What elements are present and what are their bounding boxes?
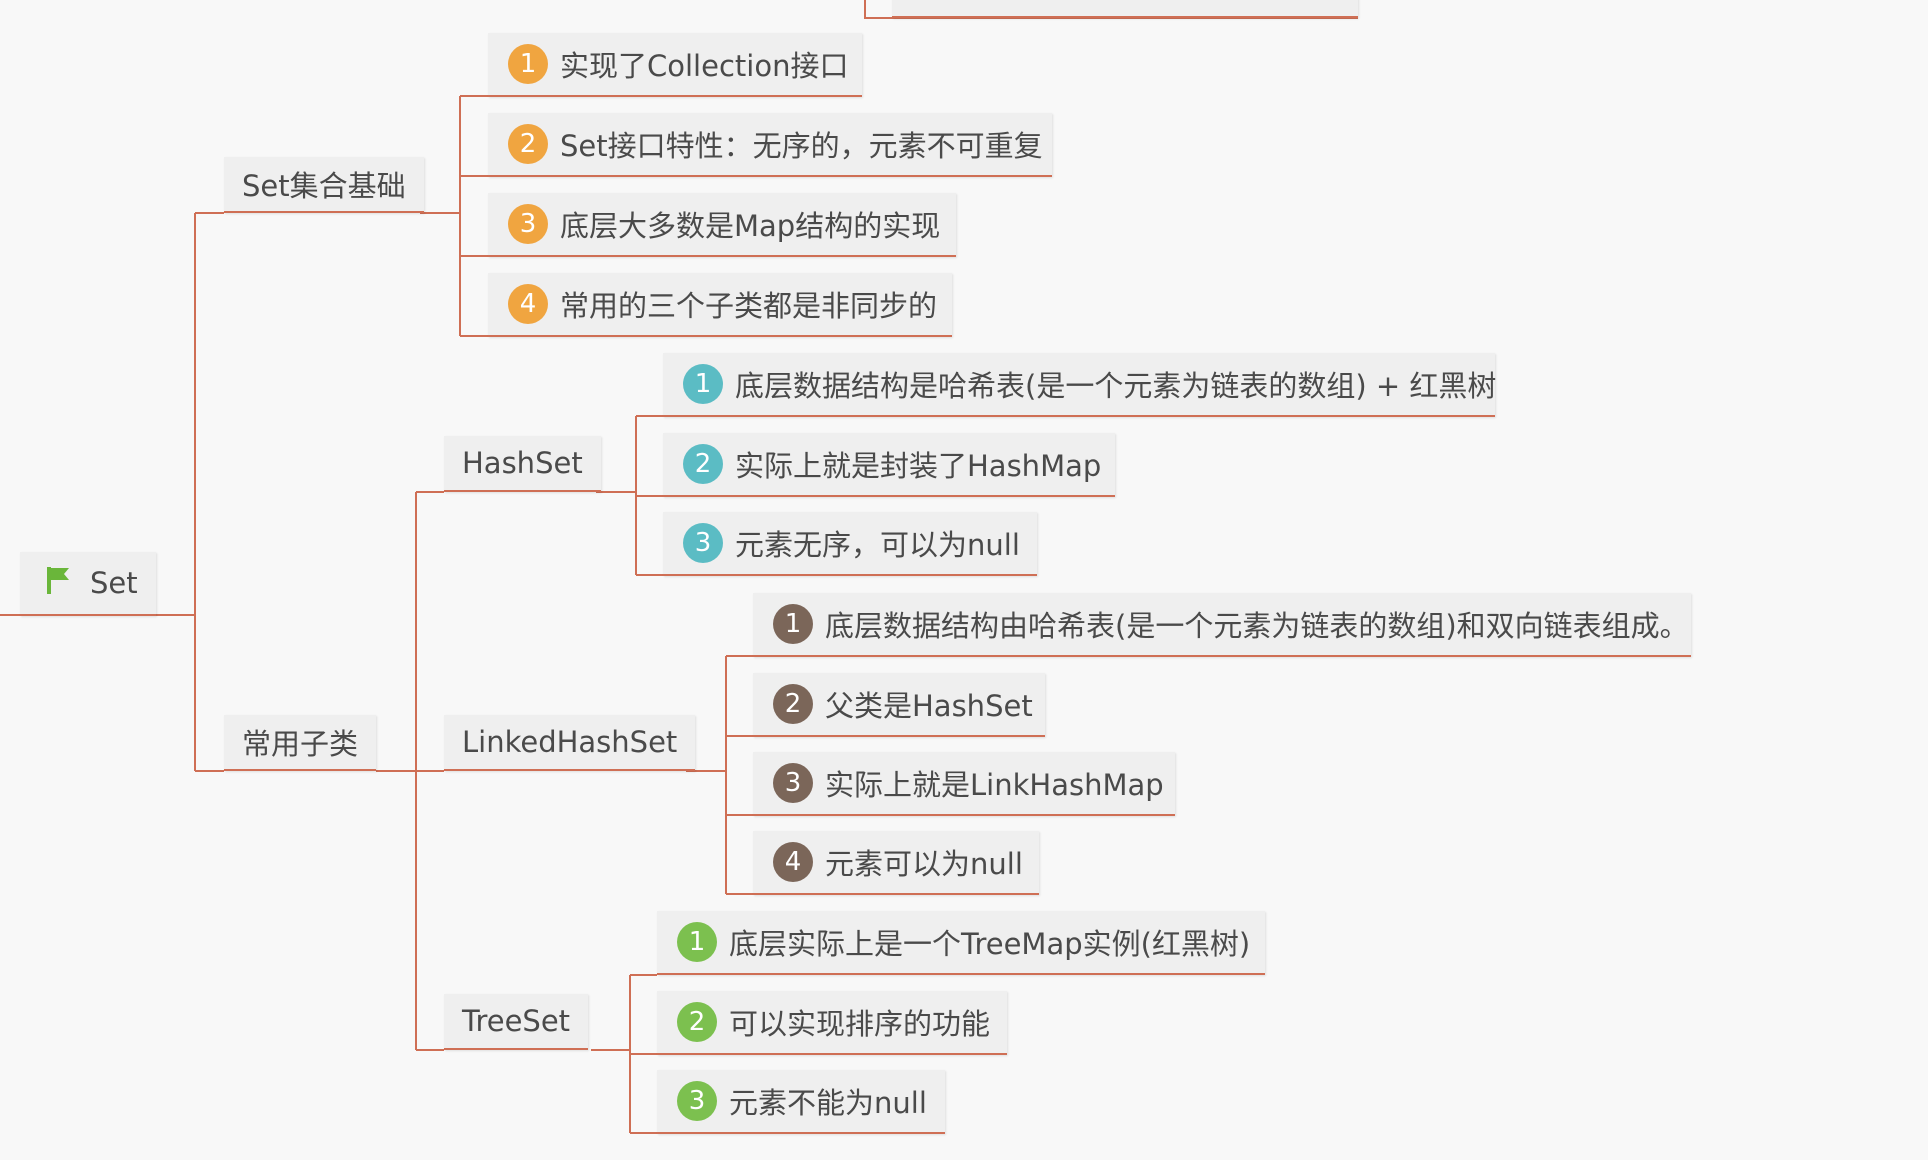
treeset-item-1[interactable]: 1 底层实际上是一个TreeMap实例(红黑树) <box>657 911 1265 975</box>
flag-icon <box>46 565 72 602</box>
linkedhashset-item-1[interactable]: 1 底层数据结构由哈希表(是一个元素为链表的数组)和双向链表组成。 <box>753 593 1691 657</box>
root-label: Set <box>90 566 138 600</box>
linkedhashset-item-4[interactable]: 4 元素可以为null <box>753 831 1039 895</box>
item-text: 元素无序，可以为null <box>735 528 1020 562</box>
branch-subclasses[interactable]: 常用子类 <box>224 715 377 771</box>
item-text: Set接口特性：无序的，元素不可重复 <box>560 129 1043 163</box>
basics-item-3[interactable]: 3 底层大多数是Map结构的实现 <box>488 193 956 257</box>
hashset-item-3[interactable]: 3 元素无序，可以为null <box>663 512 1037 576</box>
number-badge: 1 <box>508 44 548 84</box>
subbranch-linkedhashset[interactable]: LinkedHashSet <box>444 715 696 771</box>
number-badge: 2 <box>508 124 548 164</box>
branch-basics[interactable]: Set集合基础 <box>224 157 424 213</box>
number-badge: 4 <box>773 842 813 882</box>
basics-item-1[interactable]: 1 实现了Collection接口 <box>488 33 862 97</box>
number-badge: 4 <box>508 284 548 324</box>
branch-subclasses-label: 常用子类 <box>242 727 359 761</box>
treeset-item-3[interactable]: 3 元素不能为null <box>657 1070 945 1134</box>
subbranch-treeset[interactable]: TreeSet <box>444 994 589 1050</box>
number-badge: 1 <box>683 364 723 404</box>
item-text: 实际上就是LinkHashMap <box>825 768 1164 802</box>
hashset-item-1[interactable]: 1 底层数据结构是哈希表(是一个元素为链表的数组) + 红黑树 <box>663 353 1497 417</box>
number-badge: 3 <box>677 1081 717 1121</box>
number-badge: 3 <box>508 204 548 244</box>
subbranch-hashset-label: HashSet <box>462 446 583 480</box>
branch-basics-label: Set集合基础 <box>242 169 406 203</box>
linkedhashset-item-2[interactable]: 2 父类是HashSet <box>753 673 1045 737</box>
item-text: 父类是HashSet <box>825 689 1033 723</box>
subbranch-treeset-label: TreeSet <box>462 1004 571 1038</box>
number-badge: 1 <box>773 604 813 644</box>
subbranch-linkedhashset-label: LinkedHashSet <box>462 725 678 759</box>
root-node[interactable]: Set <box>20 552 156 616</box>
number-badge: 2 <box>773 684 813 724</box>
mind-map-canvas: Set Set集合基础 1 实现了Collection接口 2 Set接口特性：… <box>0 0 1928 1160</box>
basics-item-4[interactable]: 4 常用的三个子类都是非同步的 <box>488 273 952 337</box>
item-text: 底层数据结构是哈希表(是一个元素为链表的数组) + 红黑树 <box>735 369 1497 403</box>
hashset-item-2[interactable]: 2 实际上就是封装了HashMap <box>663 433 1115 497</box>
item-text: 可以实现排序的功能 <box>729 1007 991 1041</box>
item-text: 元素不能为null <box>729 1086 927 1120</box>
subbranch-hashset[interactable]: HashSet <box>444 436 601 492</box>
item-text: 实际上就是封装了HashMap <box>735 449 1102 483</box>
number-badge: 2 <box>683 444 723 484</box>
treeset-item-2[interactable]: 2 可以实现排序的功能 <box>657 991 1007 1055</box>
number-badge: 2 <box>677 1002 717 1042</box>
basics-item-2[interactable]: 2 Set接口特性：无序的，元素不可重复 <box>488 113 1052 177</box>
number-badge: 3 <box>773 763 813 803</box>
item-text: 底层数据结构由哈希表(是一个元素为链表的数组)和双向链表组成。 <box>825 609 1689 643</box>
item-text: 实现了Collection接口 <box>560 49 849 83</box>
partial-node-top[interactable] <box>892 0 1358 18</box>
number-badge: 3 <box>683 523 723 563</box>
item-text: 底层实际上是一个TreeMap实例(红黑树) <box>729 927 1251 961</box>
item-text: 常用的三个子类都是非同步的 <box>560 289 938 323</box>
number-badge: 1 <box>677 922 717 962</box>
item-text: 底层大多数是Map结构的实现 <box>560 209 941 243</box>
linkedhashset-item-3[interactable]: 3 实际上就是LinkHashMap <box>753 752 1175 816</box>
item-text: 元素可以为null <box>825 847 1023 881</box>
